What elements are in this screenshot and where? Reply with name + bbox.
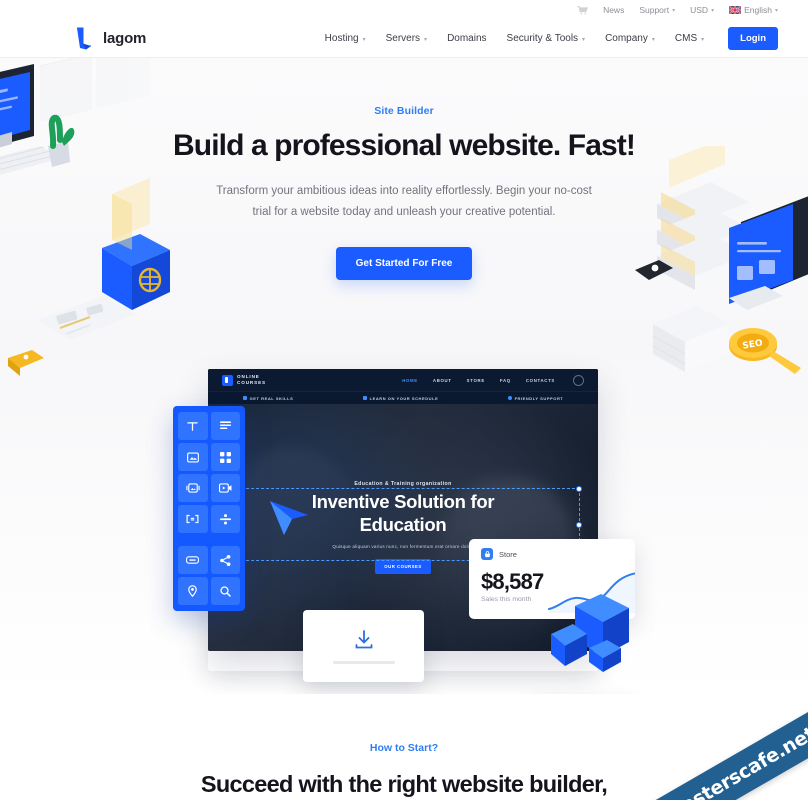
tools-grid-bottom [178, 546, 240, 605]
chevron-down-icon: ▾ [424, 36, 428, 43]
utility-item-language[interactable]: English ▾ [729, 5, 778, 15]
preview-logo-line1: ONLINE [237, 373, 260, 379]
login-button[interactable]: Login [728, 26, 778, 50]
nav-item-hosting[interactable]: Hosting ▾ [325, 33, 366, 44]
chevron-down-icon: ▾ [582, 36, 586, 43]
preview-navbar: ONLINE COURSES HOME ABOUT STORE FAQ CONT… [208, 369, 598, 391]
lagom-logo-icon [77, 27, 91, 49]
chevron-down-icon: ▾ [774, 8, 778, 14]
divider-tool-icon[interactable] [210, 505, 240, 533]
support-icon [507, 396, 512, 400]
text-tool-icon[interactable] [178, 412, 208, 440]
paragraph-tool-icon[interactable] [210, 412, 240, 440]
nav-item-domains[interactable]: Domains [447, 33, 486, 44]
nav-item-label: Security & Tools [506, 32, 579, 44]
map-tool-icon[interactable] [178, 577, 208, 605]
video-tool-icon[interactable] [210, 474, 240, 502]
builder-mockup: Find out our co-le with experts Learn an… [0, 361, 808, 691]
calendar-icon [362, 396, 367, 400]
embed-tool-icon[interactable] [178, 505, 208, 533]
download-icon [355, 630, 372, 649]
nav-item-company[interactable]: Company ▾ [605, 33, 655, 44]
hero-content: Site Builder Build a professional websit… [0, 58, 808, 280]
nav-item-security-tools[interactable]: Security & Tools ▾ [507, 33, 586, 44]
utility-item-label: News [603, 4, 625, 15]
upload-progress-line [332, 661, 395, 664]
store-card-title: Store [499, 549, 517, 559]
brand-name: lagom [103, 29, 147, 47]
preview-feature-3: FRIENDLY SUPPORT [507, 396, 564, 401]
utility-item-label: Support [639, 4, 670, 15]
nav-item-label: Company [605, 32, 648, 44]
how-eyebrow: How to Start? [369, 742, 439, 754]
preview-brand: ONLINE COURSES [222, 374, 266, 386]
share-tool-icon[interactable] [210, 546, 240, 574]
button-tool-icon[interactable] [178, 546, 208, 574]
blue-cube-illustration [551, 594, 629, 672]
learn-strip-subtitle [244, 651, 287, 657]
how-title-line1: Succeed with the right website builder, [200, 771, 608, 797]
utility-item-label: USD [690, 4, 709, 15]
get-started-button[interactable]: Get Started For Free [335, 246, 473, 280]
nav-item-label: Servers [385, 32, 421, 44]
nav-item-label: CMS [674, 32, 698, 44]
chevron-down-icon: ▾ [362, 36, 366, 43]
utility-item-label: English [744, 4, 772, 15]
preview-account-icon[interactable] [573, 374, 584, 386]
preview-menu: HOME ABOUT STORE FAQ CONTACTS [402, 378, 555, 383]
nav-item-label: Domains [447, 32, 487, 44]
upload-card[interactable] [303, 610, 424, 682]
preview-menu-faq[interactable]: FAQ [500, 378, 511, 383]
nav-links: Hosting ▾ Servers ▾ Domains Security & T… [325, 26, 778, 50]
chevron-down-icon: ▾ [701, 36, 705, 43]
page-title: Build a professional website. Fast! [173, 129, 636, 162]
search-tool-icon[interactable] [210, 577, 240, 605]
hero-subtitle: Transform your ambitious ideas into real… [216, 185, 592, 218]
brand-logo[interactable]: lagom [74, 27, 146, 50]
utility-bar: News Support ▾ USD ▾ English ▾ [0, 0, 808, 19]
preview-feature-bar: GET REAL SKILLS LEARN ON YOUR SCHEDULE F… [208, 391, 598, 404]
preview-hero-kicker: Education & Training organization [354, 481, 452, 488]
uk-flag-icon [729, 5, 742, 14]
builder-tools-panel[interactable] [173, 406, 245, 611]
resize-handle-top-right[interactable] [576, 486, 582, 492]
chevron-down-icon: ▾ [672, 8, 676, 14]
hero-eyebrow: Site Builder [374, 105, 434, 117]
gallery-tool-icon[interactable] [178, 474, 208, 502]
chevron-down-icon: ▾ [711, 8, 715, 14]
preview-feature-2: LEARN ON YOUR SCHEDULE [362, 396, 439, 401]
preview-menu-store[interactable]: STORE [467, 378, 485, 383]
utility-item-news[interactable]: News [603, 5, 624, 15]
cart-icon [577, 5, 588, 14]
tools-spacer [178, 536, 240, 543]
preview-menu-contacts[interactable]: CONTACTS [526, 378, 555, 383]
svg-text:SEO: SEO [742, 338, 764, 351]
store-card-header: Store [481, 548, 623, 560]
nav-item-servers[interactable]: Servers ▾ [386, 33, 427, 44]
utility-item-support[interactable]: Support ▾ [639, 5, 675, 15]
main-navigation: lagom Hosting ▾ Servers ▾ Domains Securi… [0, 19, 808, 58]
grid-tool-icon[interactable] [210, 443, 240, 471]
cart-button[interactable] [577, 5, 588, 15]
preview-feature-1: GET REAL SKILLS [242, 396, 294, 401]
preview-logo-line2: COURSES [237, 380, 267, 385]
nav-item-cms[interactable]: CMS ▾ [675, 33, 704, 44]
store-icon [481, 548, 493, 560]
tools-grid-top [178, 412, 240, 533]
chevron-down-icon: ▾ [651, 36, 655, 43]
utility-item-currency[interactable]: USD ▾ [690, 5, 714, 15]
preview-menu-home[interactable]: HOME [402, 378, 418, 383]
nav-item-label: Hosting [324, 32, 359, 44]
resize-handle-middle-right[interactable] [576, 521, 582, 528]
mouse-cursor-icon [270, 501, 308, 535]
hero-section: SEO Site Builder Build a professional we… [0, 58, 808, 694]
image-tool-icon[interactable] [178, 443, 208, 471]
preview-menu-about[interactable]: ABOUT [433, 378, 452, 383]
preview-logo-icon [222, 374, 233, 386]
check-icon [242, 396, 247, 400]
